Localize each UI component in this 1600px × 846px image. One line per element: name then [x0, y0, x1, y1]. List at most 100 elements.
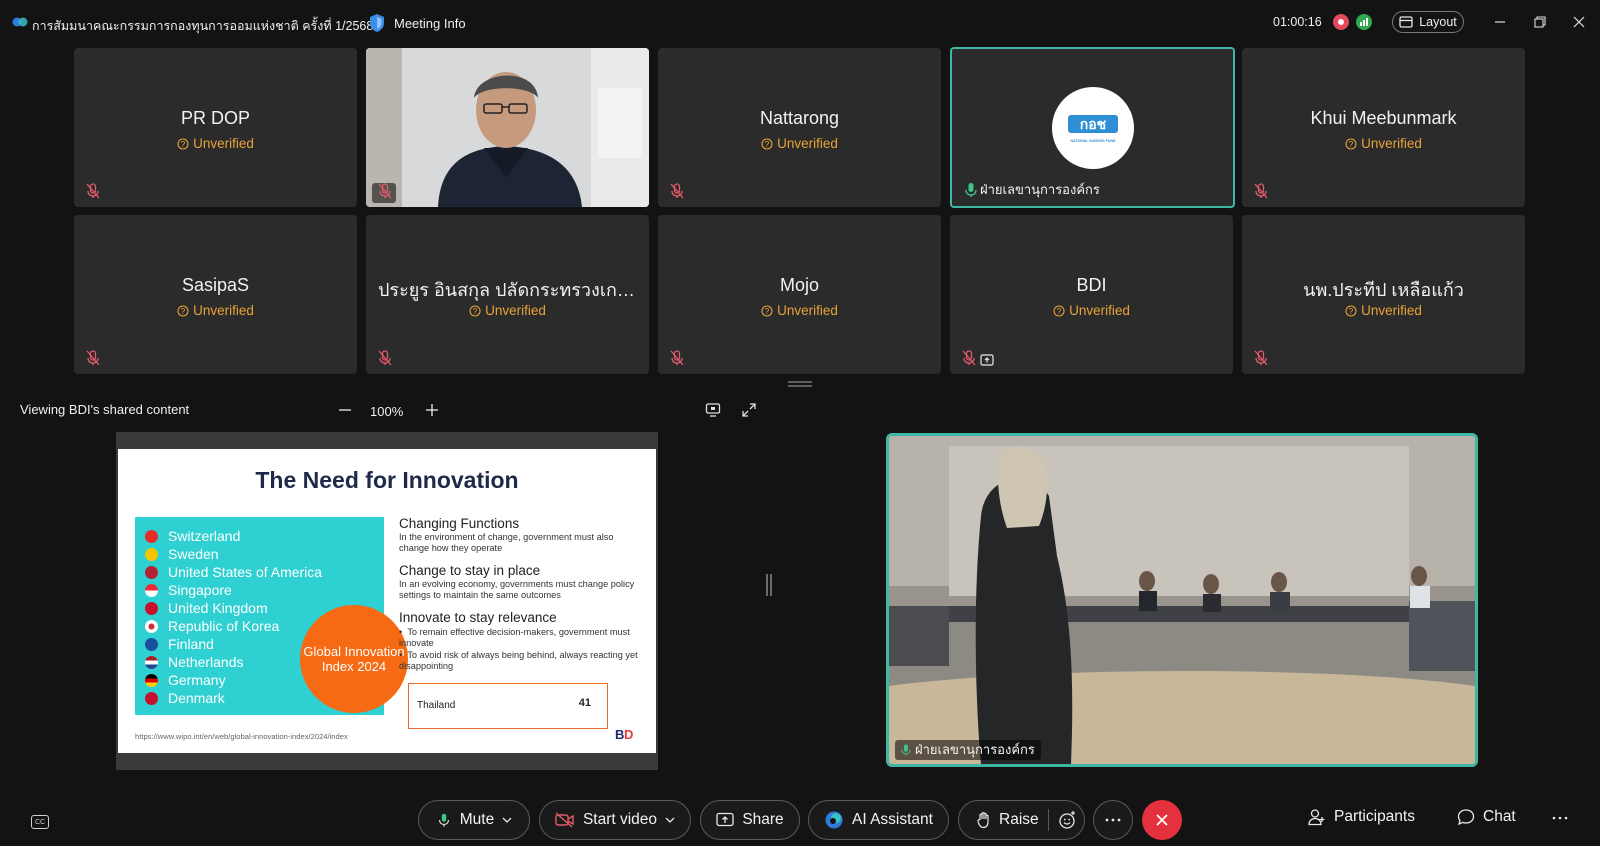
- active-speaker-tile[interactable]: กอช NATIONAL SAVINGS FUND ฝ่ายเลขานุการอ…: [950, 47, 1235, 208]
- resize-grip-handle[interactable]: [788, 381, 812, 387]
- participant-name: BDI: [1076, 275, 1107, 295]
- participant-tile[interactable]: SasipaS ? Unverified: [74, 215, 357, 374]
- status-text: Unverified: [193, 303, 254, 318]
- fullscreen-icon[interactable]: [741, 402, 757, 418]
- question-circle-icon: ?: [469, 304, 481, 317]
- divider: [1048, 809, 1049, 831]
- network-status-icon[interactable]: [1356, 14, 1372, 30]
- chat-label: Chat: [1483, 808, 1516, 825]
- country-name: Denmark: [168, 690, 225, 706]
- participant-tile[interactable]: Mojo ? Unverified: [658, 215, 941, 374]
- country-name: United Kingdom: [168, 600, 268, 616]
- chevron-down-icon[interactable]: [665, 816, 675, 824]
- screen-share-icon: [980, 354, 994, 366]
- participant-tile[interactable]: ประยูร อินสกุล ปลัดกระทรวงเกษ... ? Unver…: [366, 215, 649, 374]
- svg-text:?: ?: [1349, 140, 1354, 149]
- unverified-badge: ? Unverified: [74, 136, 357, 151]
- chat-button[interactable]: Chat: [1457, 808, 1516, 826]
- country-item: United States of America: [145, 564, 322, 580]
- question-circle-icon: ?: [1345, 304, 1357, 317]
- country-item: Sweden: [145, 546, 219, 562]
- zoom-out-button[interactable]: [337, 402, 353, 418]
- mute-button[interactable]: Mute: [418, 800, 530, 840]
- leave-meeting-button[interactable]: [1142, 800, 1182, 840]
- layout-button[interactable]: Layout: [1392, 11, 1464, 33]
- mic-on-icon: [965, 183, 977, 197]
- participant-video-tile[interactable]: [366, 48, 649, 207]
- unverified-badge: ? Unverified: [1242, 303, 1525, 318]
- ai-assistant-label: AI Assistant: [852, 811, 933, 828]
- unverified-badge: ? Unverified: [74, 303, 357, 318]
- participants-icon: [1308, 809, 1325, 826]
- mic-muted-icon: [670, 183, 684, 199]
- meeting-info-button[interactable]: Meeting Info: [368, 12, 466, 34]
- unverified-badge: ? Unverified: [1242, 136, 1525, 151]
- zoom-in-button[interactable]: [424, 402, 440, 418]
- country-name: Switzerland: [168, 528, 241, 544]
- country-item: Denmark: [145, 690, 225, 706]
- recording-icon[interactable]: [1333, 14, 1349, 30]
- country-name: Germany: [168, 672, 226, 688]
- status-text: Unverified: [777, 303, 838, 318]
- panel-more-button[interactable]: [1552, 816, 1568, 820]
- reactions-icon[interactable]: [1058, 810, 1078, 830]
- more-options-button[interactable]: [1093, 800, 1133, 840]
- svg-text:D: D: [624, 727, 633, 742]
- pop-out-share-icon[interactable]: [705, 402, 721, 418]
- close-window-button[interactable]: [1569, 12, 1589, 32]
- participant-tile[interactable]: Khui Meebunmark ? Unverified: [1242, 48, 1525, 207]
- webex-logo-icon: [12, 17, 28, 27]
- pane-splitter-handle[interactable]: [765, 574, 773, 596]
- section-heading: Changing Functions: [399, 516, 520, 531]
- start-video-button[interactable]: Start video: [539, 800, 691, 840]
- country-name: Sweden: [168, 546, 219, 562]
- closed-captions-button[interactable]: CC: [31, 815, 49, 829]
- mic-muted-icon: [1254, 183, 1268, 199]
- hand-icon: [977, 812, 989, 829]
- participant-name: Khui Meebunmark: [1310, 108, 1457, 128]
- bullet-text: To avoid risk of always being behind, al…: [399, 650, 638, 671]
- thailand-label: Thailand: [417, 700, 456, 711]
- participants-button[interactable]: Participants: [1308, 808, 1415, 826]
- participant-tile[interactable]: BDI ? Unverified: [950, 215, 1233, 374]
- section-text: In the environment of change, government…: [399, 532, 614, 553]
- section-heading: Innovate to stay relevance: [399, 610, 557, 625]
- country-item: Republic of Korea: [145, 618, 279, 634]
- shared-slide: The Need for Innovation Switzerland Swed…: [118, 449, 656, 753]
- chevron-down-icon[interactable]: [502, 816, 512, 824]
- participant-tile[interactable]: PR DOP ? Unverified: [74, 48, 357, 207]
- question-circle-icon: ?: [1053, 304, 1065, 317]
- question-circle-icon: ?: [177, 137, 189, 150]
- meeting-info-label: Meeting Info: [394, 15, 466, 31]
- more-icon: [1552, 816, 1568, 820]
- active-speaker-video[interactable]: ฝ่ายเลขานุการองค์กร: [886, 433, 1478, 767]
- participant-name: Mojo: [779, 275, 819, 295]
- flag-icon: [145, 529, 158, 543]
- svg-text:?: ?: [1349, 307, 1354, 316]
- share-label: Share: [742, 811, 784, 828]
- status-text: Unverified: [1361, 136, 1422, 151]
- svg-text:?: ?: [765, 307, 770, 316]
- restore-button[interactable]: [1530, 12, 1550, 32]
- question-circle-icon: ?: [1345, 137, 1357, 150]
- restore-icon: [1534, 16, 1546, 28]
- ai-assistant-button[interactable]: AI Assistant: [808, 800, 949, 840]
- participant-tile[interactable]: นพ.ประทีป เหลือแก้ว ? Unverified: [1242, 215, 1525, 374]
- participant-tile[interactable]: Nattarong ? Unverified: [658, 48, 941, 207]
- svg-text:?: ?: [181, 307, 186, 316]
- speaker-name-label: ฝ่ายเลขานุการองค์กร: [895, 740, 1041, 760]
- ai-assistant-icon: [825, 811, 843, 829]
- participant-name: Nattarong: [759, 108, 840, 128]
- zoom-level: 100%: [370, 404, 404, 419]
- participants-label: Participants: [1334, 808, 1415, 825]
- mic-muted-icon: [378, 183, 392, 199]
- unverified-badge: ? Unverified: [366, 303, 649, 318]
- share-button[interactable]: Share: [700, 800, 800, 840]
- minimize-button[interactable]: [1490, 12, 1510, 32]
- question-circle-icon: ?: [761, 304, 773, 317]
- nsf-logo-icon: กอช: [1068, 115, 1118, 133]
- participant-name: SasipaS: [181, 275, 250, 295]
- raise-hand-button[interactable]: Raise: [958, 800, 1085, 840]
- bullet-text: To remain effective decision-makers, gov…: [399, 627, 630, 648]
- svg-text:B: B: [615, 727, 624, 742]
